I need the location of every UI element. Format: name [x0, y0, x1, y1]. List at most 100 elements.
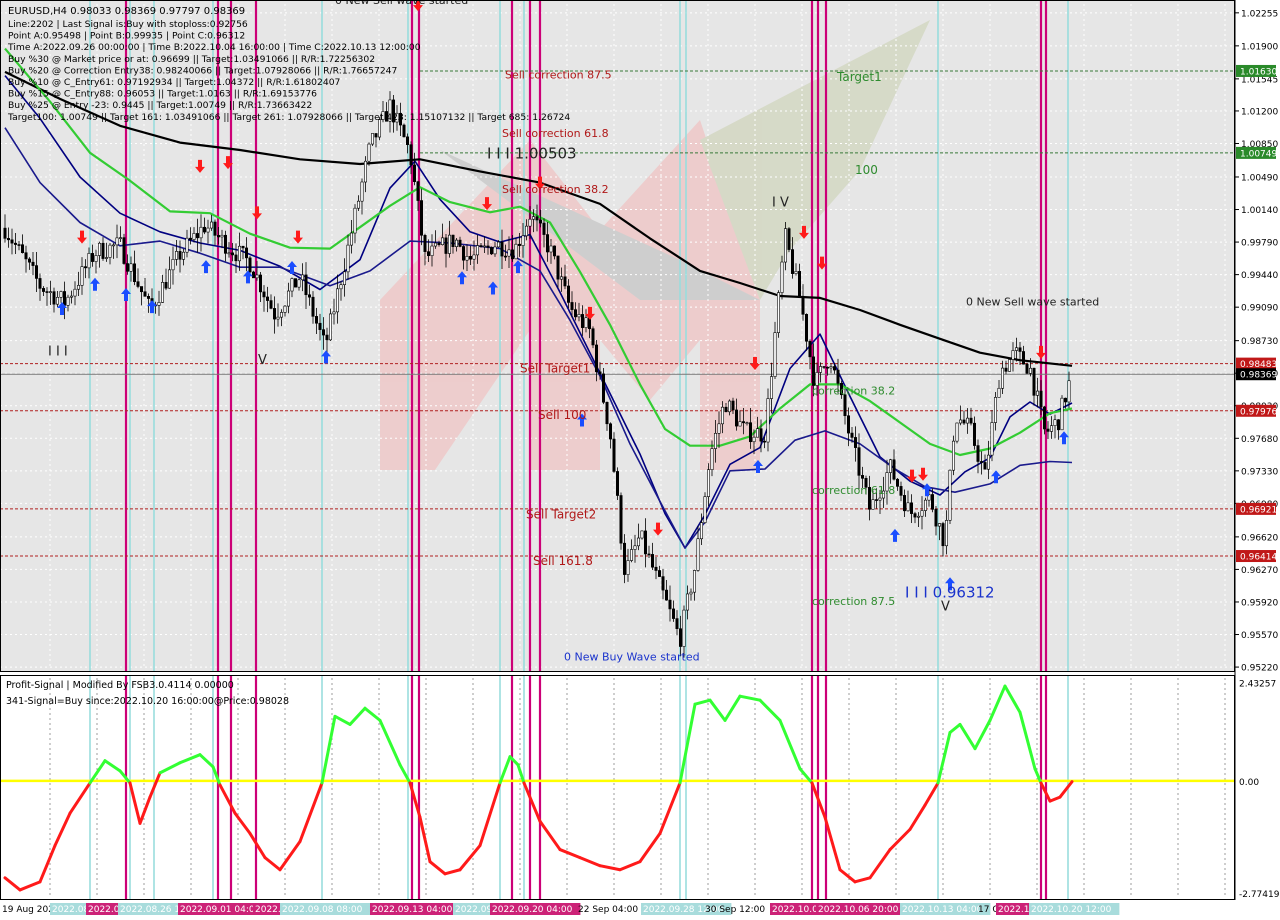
candle-body	[451, 234, 455, 247]
candle-body	[297, 279, 301, 288]
candle-body	[210, 221, 214, 229]
candle-body	[269, 300, 273, 309]
candle-body	[654, 566, 658, 571]
candle-body	[731, 400, 735, 411]
candle-body	[860, 475, 864, 479]
candle-body	[629, 549, 633, 561]
chart-annotation: 0 New Sell wave started	[966, 295, 1099, 308]
candle-body	[444, 237, 448, 254]
candle-body	[682, 609, 686, 647]
candle-body	[965, 417, 969, 424]
candle-body	[531, 216, 535, 220]
y-tick-label: 0.95920	[1241, 598, 1278, 608]
candle-body	[17, 244, 21, 246]
candle-body	[227, 252, 231, 255]
y-tick-label: 0.95570	[1241, 631, 1278, 641]
candle-body	[1053, 419, 1057, 426]
candle-body	[192, 233, 196, 240]
y-tick-label: 0.99440	[1241, 271, 1278, 281]
candle-body	[437, 242, 441, 246]
candle-body	[605, 401, 609, 425]
candle-body	[189, 237, 193, 240]
candle-body	[311, 296, 315, 317]
candle-body	[797, 271, 801, 297]
time-axis: 19 Aug 20222022.08.22 20:002022.08.24 16…	[2, 903, 1120, 915]
candle-body	[647, 553, 651, 556]
candle-body	[829, 366, 833, 369]
y-tick-label: 0.98730	[1241, 337, 1278, 347]
candle-body	[703, 496, 707, 523]
candle-body	[419, 200, 423, 236]
candle-body	[626, 560, 630, 575]
oscillator-title: Profit-Signal | Modified By FSB3.0.4114 …	[6, 680, 234, 691]
candle-body	[822, 366, 826, 368]
x-tick-label: 22 Sep 04:00	[578, 905, 638, 915]
y-tick-label: 1.02255	[1241, 9, 1278, 19]
candle-body	[164, 282, 168, 289]
candle-body	[930, 494, 934, 510]
candle-body	[549, 245, 553, 253]
candle-body	[182, 251, 186, 260]
candle-body	[906, 502, 910, 512]
info-line: Target100: 1.00749 || Target 161: 1.0349…	[7, 112, 570, 123]
candle-body	[643, 530, 647, 555]
candle-body	[584, 317, 588, 328]
candle-body	[535, 216, 539, 221]
candle-body	[136, 281, 140, 287]
y-tick-label: 0.96270	[1241, 566, 1278, 576]
candle-body	[34, 265, 38, 279]
candle-body	[566, 285, 570, 303]
x-tick-label: 2022.09.20 04:00	[492, 905, 573, 915]
candle-body	[479, 245, 483, 247]
candle-body	[1036, 390, 1040, 396]
oscillator-background	[0, 675, 1235, 900]
candle-body	[178, 251, 182, 260]
candle-body	[619, 495, 623, 544]
candle-body	[962, 419, 966, 424]
candle-body	[325, 334, 329, 341]
candle-body	[811, 356, 815, 386]
candle-body	[66, 296, 70, 306]
candle-body	[790, 249, 794, 274]
candle-body	[696, 538, 700, 571]
candle-body	[727, 400, 731, 413]
candle-body	[290, 278, 294, 292]
x-tick-label: 30 Sep 12:00	[705, 905, 765, 915]
chart-annotation: Sell 100	[538, 408, 586, 422]
candle-body	[10, 239, 14, 244]
candle-body	[594, 344, 598, 373]
candle-body	[895, 478, 899, 487]
candle-body	[412, 164, 416, 182]
candle-body	[238, 245, 242, 262]
info-line: Buy %20 @ Correction Entry38: 0.98240066…	[8, 65, 398, 76]
candle-body	[440, 237, 444, 246]
candle-body	[1050, 425, 1054, 432]
candle-body	[563, 276, 567, 287]
candle-body	[787, 228, 791, 250]
candle-body	[262, 291, 266, 298]
candle-body	[608, 423, 612, 440]
candle-body	[465, 256, 469, 261]
candle-body	[45, 291, 49, 293]
candle-body	[346, 244, 350, 273]
candle-body	[185, 237, 189, 253]
price-axis: 1.022551.019001.015451.012001.008501.004…	[1235, 9, 1278, 674]
candle-body	[850, 432, 854, 438]
candle-body	[769, 376, 773, 399]
candle-body	[168, 269, 172, 289]
candle-body	[1067, 380, 1071, 403]
candle-body	[871, 499, 875, 510]
candle-body	[353, 207, 357, 234]
candle-body	[601, 373, 605, 403]
candle-body	[580, 314, 584, 328]
candle-body	[521, 235, 525, 246]
candle-body	[475, 245, 479, 256]
candle-body	[304, 274, 308, 296]
chart-annotation: 0 New Sell wave started	[335, 0, 468, 7]
candle-body	[636, 537, 640, 547]
info-line: Buy %10 @ C_Entry61: 0.97192934 || Targe…	[8, 77, 341, 88]
candle-body	[969, 417, 973, 424]
candle-body	[91, 253, 95, 262]
candle-body	[224, 234, 228, 254]
candle-body	[937, 523, 941, 527]
